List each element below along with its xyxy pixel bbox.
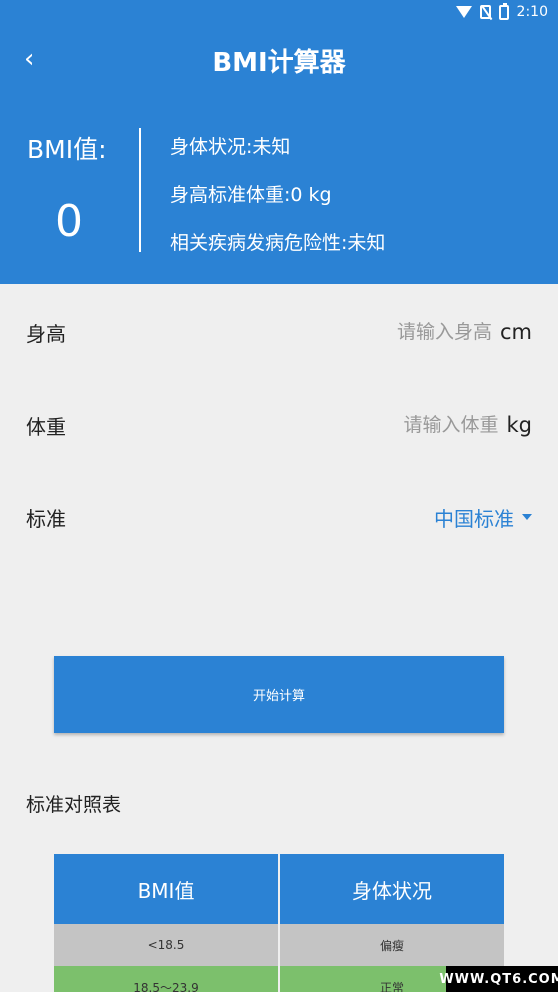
table-header-status: 身体状况 <box>278 854 504 924</box>
table-header-row: BMI值 身体状况 <box>54 854 504 924</box>
standard-row: 标准 中国标准 <box>0 487 558 547</box>
weight-row: 体重 kg <box>0 395 558 455</box>
calculate-button[interactable]: 开始计算 <box>54 656 504 733</box>
status-time: 2:10 <box>516 4 548 20</box>
weight-label: 体重 <box>26 414 66 439</box>
reference-table: BMI值 身体状况 <18.5 偏瘦 18.5～23.9 正常 <box>54 854 504 992</box>
standard-weight-text: 身高标准体重:0 kg <box>170 184 332 206</box>
table-cell-bmi: <18.5 <box>54 924 278 966</box>
watermark-logo: WWW.QT6.COM <box>439 966 558 992</box>
height-input[interactable] <box>331 321 492 343</box>
table-cell-status: 偏瘦 <box>278 924 504 966</box>
weight-unit: kg <box>506 413 533 437</box>
table-header-bmi: BMI值 <box>54 854 278 924</box>
standard-selected-value: 中国标准 <box>434 506 514 531</box>
status-bar: 2:10 <box>0 0 558 24</box>
bmi-label: BMI值: <box>27 135 107 164</box>
reference-table-title: 标准对照表 <box>26 794 122 816</box>
height-unit: cm <box>499 320 532 344</box>
height-label: 身高 <box>26 321 66 346</box>
header-bar: 2:10 ‹ BMI计算器 BMI值: 0 身体状况:未知 身高标准体重:0 k… <box>0 0 558 284</box>
standard-label: 标准 <box>26 506 66 531</box>
dropdown-caret-icon <box>522 514 532 520</box>
weight-input[interactable] <box>338 414 499 436</box>
page-title: BMI计算器 <box>212 48 346 78</box>
battery-icon <box>498 2 509 20</box>
disease-risk-text: 相关疾病发病危险性:未知 <box>170 232 386 254</box>
table-cell-bmi: 18.5～23.9 <box>54 966 278 992</box>
bmi-value: 0 <box>55 196 83 247</box>
height-row: 身高 cm <box>0 302 558 362</box>
standard-dropdown[interactable]: 中国标准 <box>434 503 532 532</box>
table-row: 18.5～23.9 正常 <box>54 966 504 992</box>
no-sim-icon <box>479 5 491 19</box>
table-row: <18.5 偏瘦 <box>54 924 504 966</box>
body-status-text: 身体状况:未知 <box>170 136 291 158</box>
wifi-icon <box>455 6 472 18</box>
header-divider <box>139 128 141 252</box>
